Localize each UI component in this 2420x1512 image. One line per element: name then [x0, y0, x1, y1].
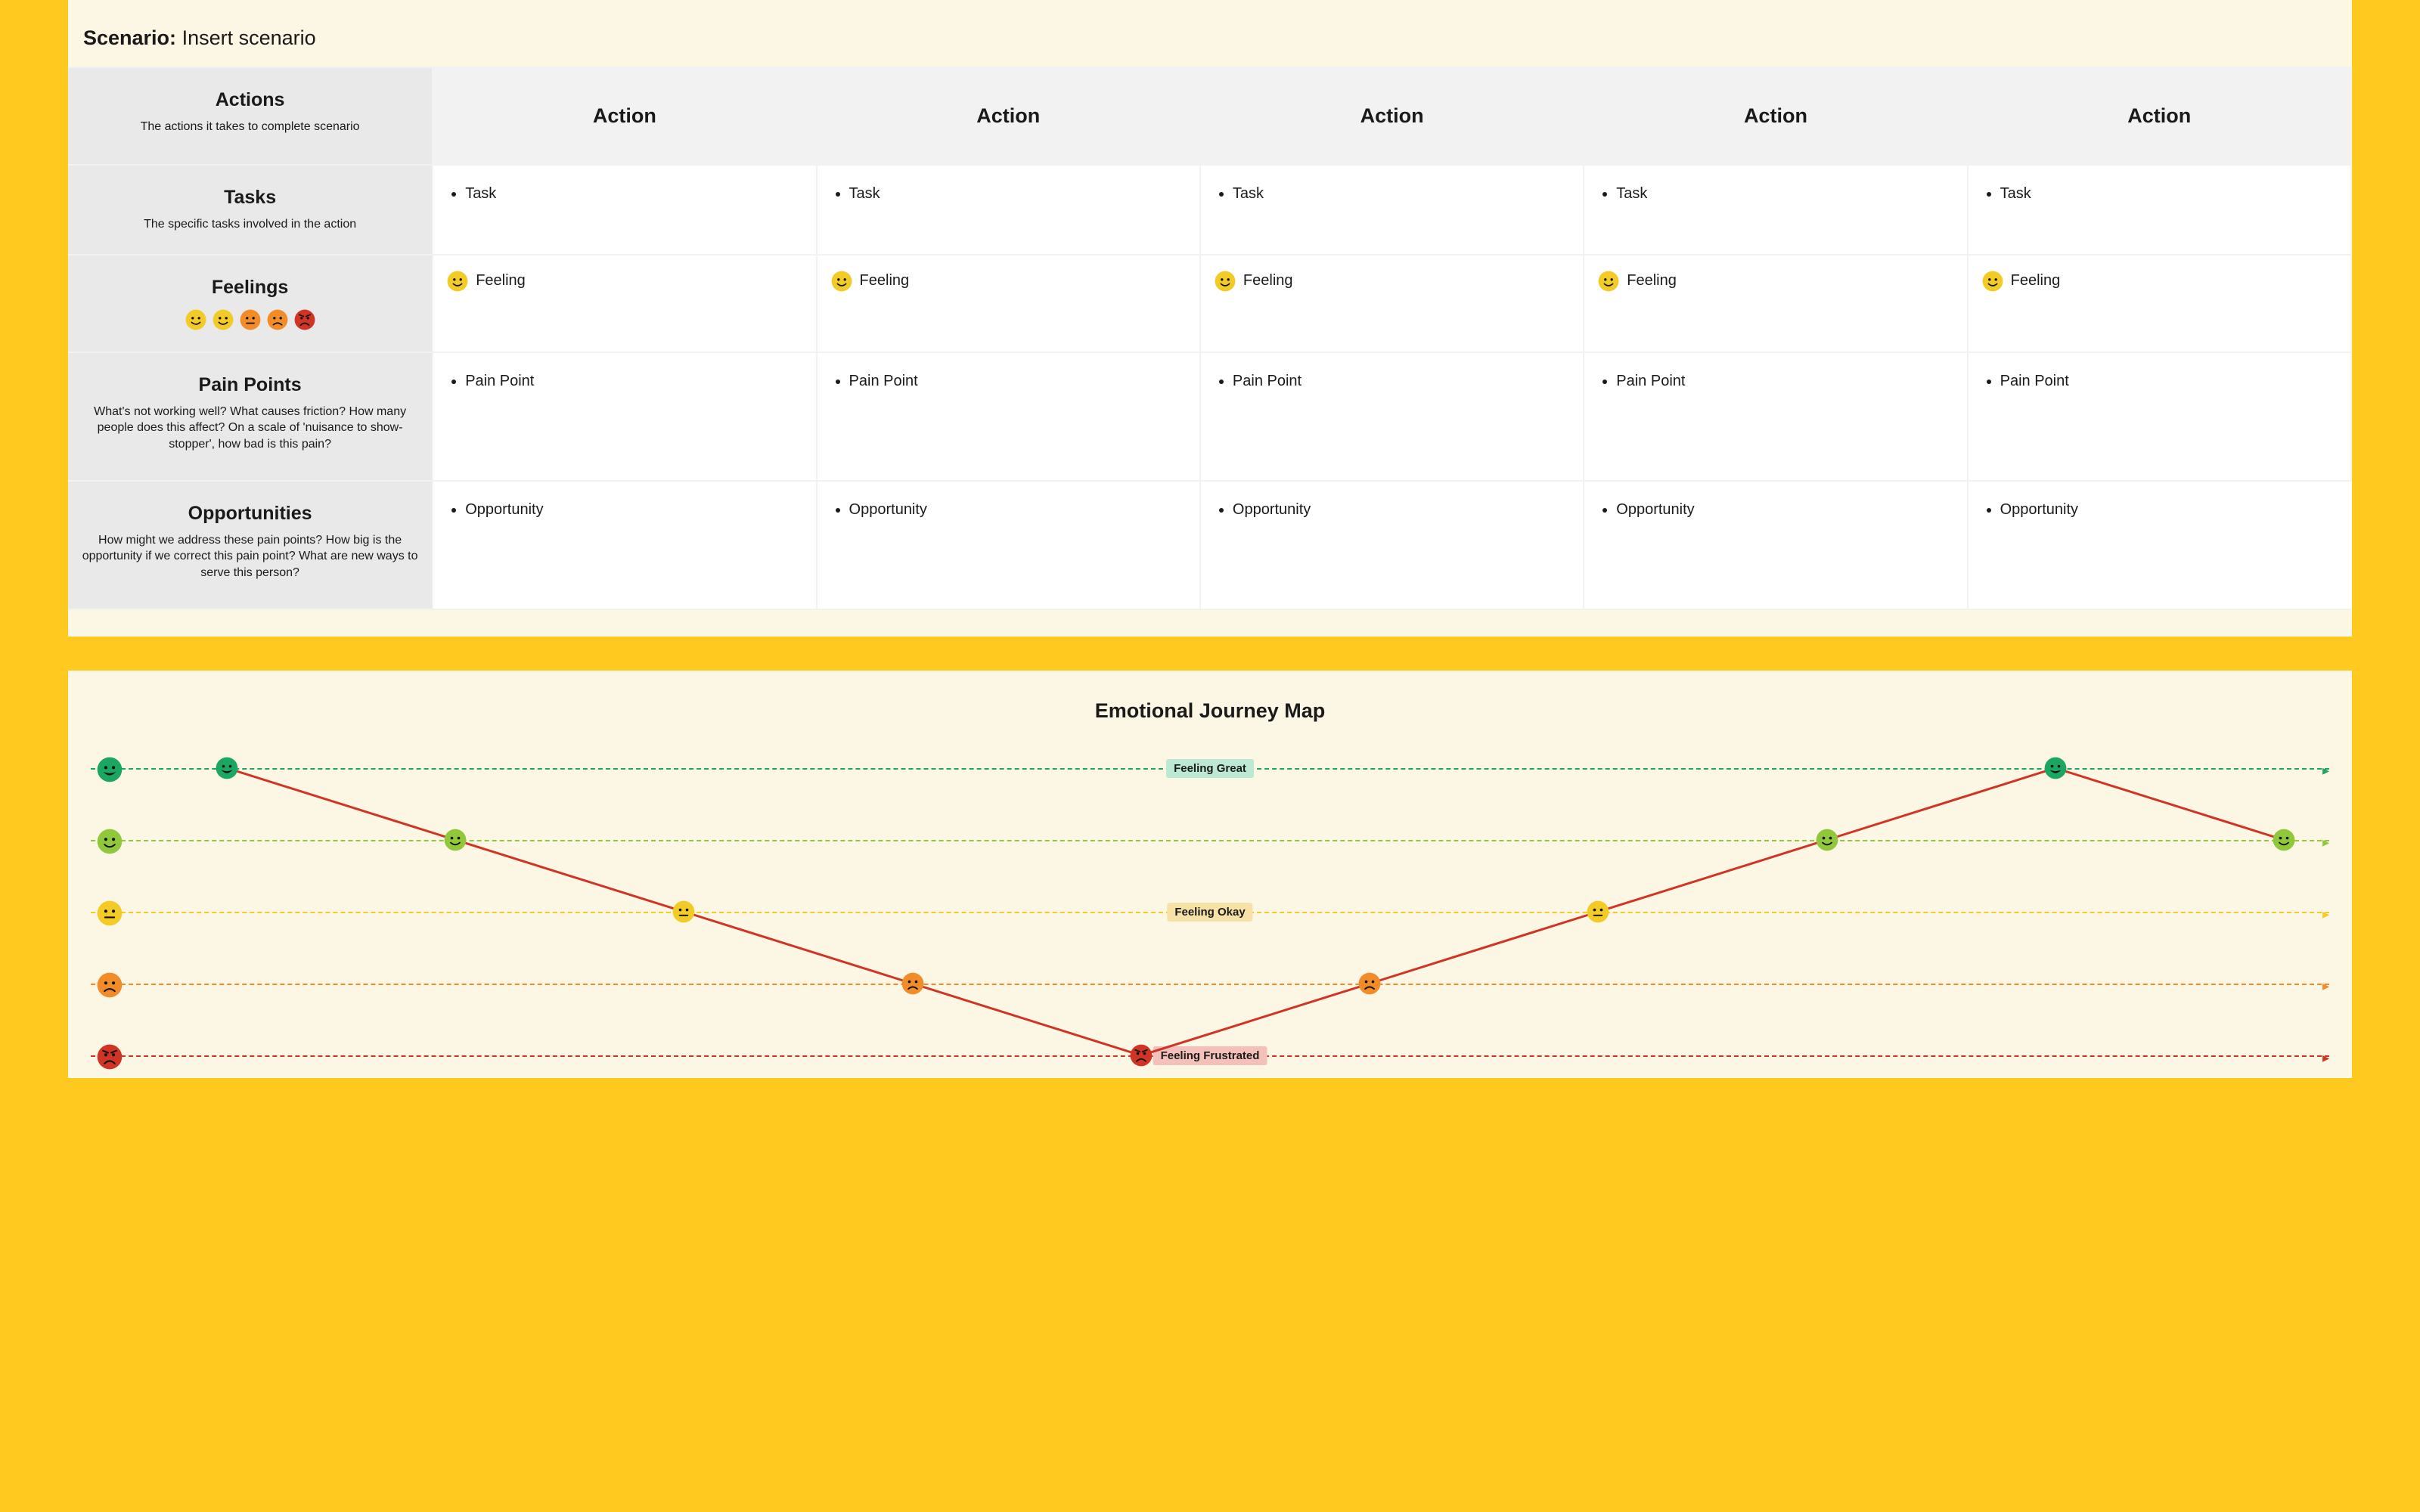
ej-point[interactable] — [1816, 829, 1838, 851]
scenario-line[interactable]: Scenario: Insert scenario — [68, 0, 2352, 67]
column-header[interactable]: Action — [818, 68, 1201, 166]
task-item: Task — [2000, 185, 2337, 203]
row-header-pain-points: Pain Points What's not working well? Wha… — [68, 353, 433, 482]
pain-cell[interactable]: Pain Point — [1584, 353, 1968, 482]
ej-title: Emotional Journey Map — [91, 699, 2329, 723]
task-cell[interactable]: Task — [818, 166, 1201, 256]
feelings-palette — [79, 309, 421, 330]
emotional-journey-panel: Emotional Journey Map ▸Feeling Great▸▸Fe… — [68, 671, 2352, 1078]
feeling-text: Feeling — [1627, 272, 1677, 290]
feeling-text: Feeling — [476, 272, 526, 290]
row-header-opportunities: Opportunities How might we address these… — [68, 482, 433, 610]
row-subtitle: The specific tasks involved in the actio… — [79, 216, 421, 233]
feeling-cell[interactable]: Feeling — [1584, 256, 1968, 353]
ej-point[interactable] — [216, 757, 238, 779]
row-title: Actions — [79, 89, 421, 111]
feeling-text: Feeling — [860, 272, 910, 290]
feeling-text: Feeling — [1243, 272, 1293, 290]
emoji-happy-icon — [447, 271, 468, 292]
opp-cell[interactable]: Opportunity — [433, 482, 817, 610]
feeling-cell[interactable]: Feeling — [1201, 256, 1584, 353]
row-subtitle: What's not working well? What causes fri… — [79, 404, 421, 453]
opp-item: Opportunity — [849, 501, 1186, 519]
ej-point[interactable] — [1587, 900, 1609, 923]
row-header-feelings: Feelings — [68, 256, 433, 353]
column-header-label: Action — [1982, 83, 2337, 149]
emoji-happy-icon — [1982, 271, 2003, 292]
pain-cell[interactable]: Pain Point — [1201, 353, 1584, 482]
row-subtitle: How might we address these pain points? … — [79, 532, 421, 581]
task-item: Task — [465, 185, 802, 203]
feeling-cell[interactable]: Feeling — [433, 256, 817, 353]
ej-point[interactable] — [2273, 829, 2295, 851]
row-title: Tasks — [79, 187, 421, 209]
task-cell[interactable]: Task — [433, 166, 817, 256]
column-header[interactable]: Action — [1201, 68, 1584, 166]
task-cell[interactable]: Task — [1201, 166, 1584, 256]
opp-item: Opportunity — [2000, 501, 2338, 519]
journey-map-panel: Scenario: Insert scenario Actions The ac… — [68, 0, 2352, 637]
pain-cell[interactable]: Pain Point — [433, 353, 817, 482]
task-cell[interactable]: Task — [1969, 166, 2352, 256]
column-header-label: Action — [1598, 83, 1953, 149]
emoji-okay-icon — [240, 309, 261, 330]
row-header-tasks: Tasks The specific tasks involved in the… — [68, 166, 433, 256]
ej-point[interactable] — [1130, 1044, 1153, 1067]
scenario-label: Scenario: — [83, 26, 176, 49]
row-header-actions: Actions The actions it takes to complete… — [68, 68, 433, 166]
feeling-cell[interactable]: Feeling — [818, 256, 1201, 353]
task-cell[interactable]: Task — [1584, 166, 1968, 256]
row-title: Opportunities — [79, 503, 421, 525]
feeling-text: Feeling — [2011, 272, 2061, 290]
emoji-great-icon — [185, 309, 206, 330]
ej-line — [91, 745, 2329, 1070]
opp-cell[interactable]: Opportunity — [1201, 482, 1584, 610]
column-header[interactable]: Action — [1584, 68, 1968, 166]
ej-point[interactable] — [901, 972, 924, 995]
pain-item: Pain Point — [1616, 373, 1953, 390]
scenario-value: Insert scenario — [182, 26, 316, 49]
ej-point[interactable] — [444, 829, 467, 851]
opp-item: Opportunity — [1616, 501, 1953, 519]
pain-item: Pain Point — [1233, 373, 1569, 390]
row-title: Pain Points — [79, 374, 421, 396]
opp-cell[interactable]: Opportunity — [1584, 482, 1968, 610]
column-header[interactable]: Action — [1969, 68, 2352, 166]
opp-cell[interactable]: Opportunity — [818, 482, 1201, 610]
column-header-label: Action — [1215, 83, 1569, 149]
ej-point[interactable] — [1358, 972, 1381, 995]
task-item: Task — [1233, 185, 1569, 203]
emoji-happy-icon — [1215, 271, 1236, 292]
row-subtitle: The actions it takes to complete scenari… — [79, 119, 421, 135]
pain-item: Pain Point — [2000, 373, 2337, 390]
opp-cell[interactable]: Opportunity — [1969, 482, 2352, 610]
task-item: Task — [849, 185, 1186, 203]
emoji-happy-icon — [1598, 271, 1619, 292]
emoji-happy-icon — [831, 271, 852, 292]
opp-item: Opportunity — [465, 501, 802, 519]
pain-cell[interactable]: Pain Point — [818, 353, 1201, 482]
opp-item: Opportunity — [1233, 501, 1569, 519]
task-item: Task — [1616, 185, 1953, 203]
feeling-cell[interactable]: Feeling — [1969, 256, 2352, 353]
ej-point[interactable] — [2044, 757, 2067, 779]
ej-point[interactable] — [672, 900, 695, 923]
emoji-sad-icon — [267, 309, 288, 330]
emoji-happy-icon — [213, 309, 234, 330]
column-header[interactable]: Action — [433, 68, 817, 166]
journey-table: Actions The actions it takes to complete… — [68, 67, 2352, 610]
pain-cell[interactable]: Pain Point — [1969, 353, 2352, 482]
row-title: Feelings — [79, 277, 421, 299]
pain-item: Pain Point — [465, 373, 802, 390]
emoji-angry-icon — [294, 309, 315, 330]
ej-chart-area[interactable]: ▸Feeling Great▸▸Feeling Okay▸▸Feeling Fr… — [91, 745, 2329, 1070]
pain-item: Pain Point — [849, 373, 1186, 390]
column-header-label: Action — [831, 83, 1186, 149]
column-header-label: Action — [447, 83, 802, 149]
